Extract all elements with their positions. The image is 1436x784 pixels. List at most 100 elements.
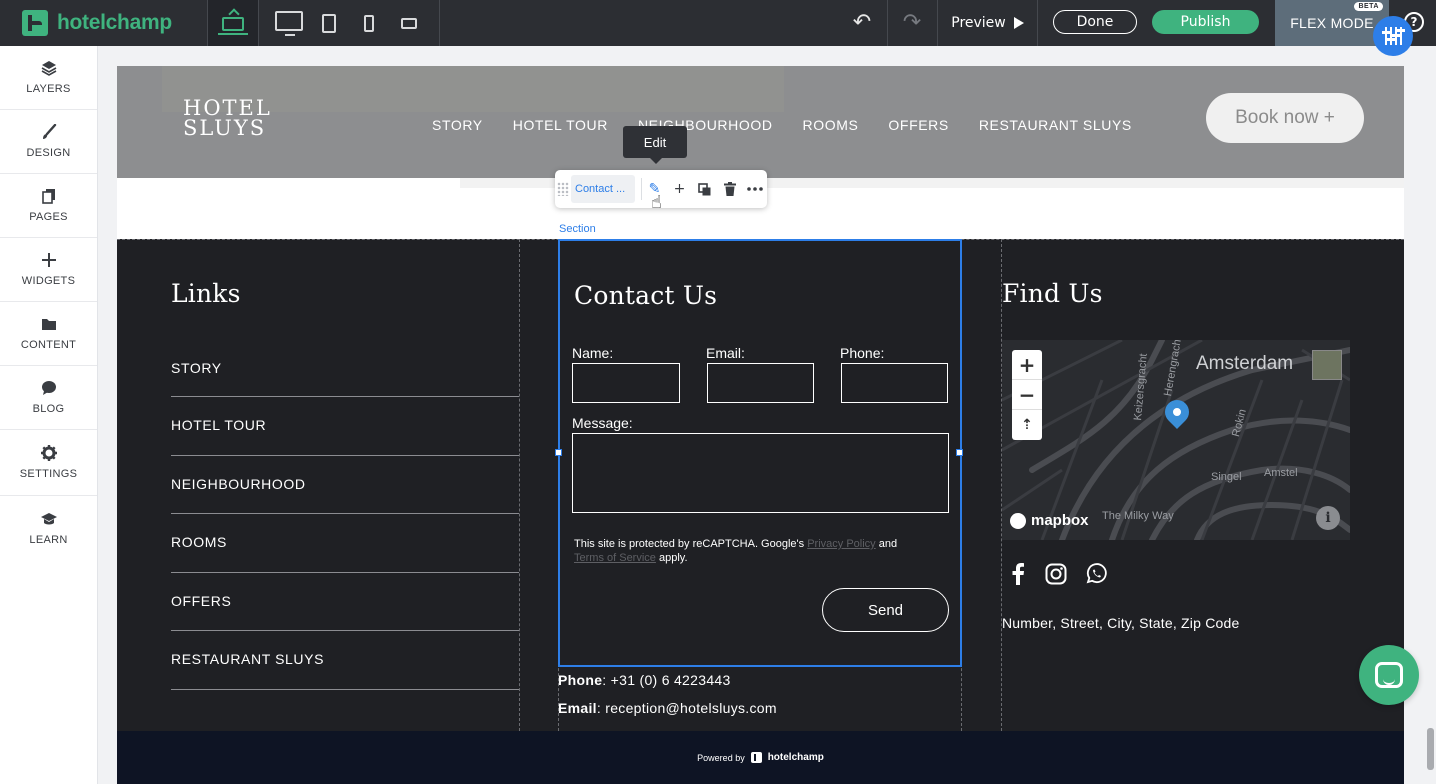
pages-icon xyxy=(41,189,55,204)
add-icon[interactable]: + xyxy=(667,175,692,203)
trash-icon[interactable] xyxy=(717,175,742,203)
redo-button[interactable]: ↷ xyxy=(890,0,934,46)
device-mobile-button[interactable] xyxy=(353,0,385,46)
nav-link-hotel-tour[interactable]: HOTEL TOUR xyxy=(513,117,608,133)
resize-handle-left[interactable] xyxy=(555,449,562,456)
nav-link-rooms[interactable]: ROOMS xyxy=(803,117,859,133)
phone-label: Phone: xyxy=(840,345,885,361)
footer-link-hotel-tour[interactable]: HOTEL TOUR xyxy=(171,397,519,456)
element-breadcrumb[interactable]: Contact ... xyxy=(571,175,635,203)
resize-handle-right[interactable] xyxy=(956,449,963,456)
layers-icon xyxy=(41,61,56,76)
hotelchamp-logo[interactable]: hotelchamp xyxy=(22,9,172,36)
whatsapp-icon[interactable] xyxy=(1085,563,1107,585)
scrollbar-thumb[interactable] xyxy=(1427,728,1434,770)
flex-mode-sliders-icon[interactable] xyxy=(1373,16,1413,56)
footer-link-neighbourhood[interactable]: NEIGHBOURHOOD xyxy=(171,456,519,514)
map-street-label: The Milky Way xyxy=(1102,510,1174,522)
sidebar-item-pages[interactable]: PAGES xyxy=(0,174,97,238)
hotelchamp-logo-icon xyxy=(22,9,48,36)
message-label: Message: xyxy=(572,415,633,431)
sidebar-item-settings[interactable]: SETTINGS xyxy=(0,430,97,496)
scrollbar[interactable] xyxy=(1424,46,1436,784)
send-button[interactable]: Send xyxy=(822,588,949,632)
phone-key: Phone xyxy=(558,672,603,688)
sidebar-item-label: DESIGN xyxy=(26,147,71,159)
map-style-toggle[interactable] xyxy=(1312,350,1342,380)
book-now-button[interactable]: Book now + xyxy=(1206,93,1364,143)
chat-icon xyxy=(41,381,56,395)
sidebar-item-content[interactable]: CONTENT xyxy=(0,302,97,366)
beta-badge: BETA xyxy=(1354,2,1383,11)
gear-icon xyxy=(40,445,57,461)
message-field[interactable] xyxy=(572,433,949,513)
sidebar-item-design[interactable]: DESIGN xyxy=(0,110,97,174)
device-desktop-button[interactable] xyxy=(268,0,310,46)
footer-link-story[interactable]: STORY xyxy=(171,340,519,397)
divider xyxy=(439,0,440,46)
sidebar-item-learn[interactable]: LEARN xyxy=(0,496,97,560)
find-us-title: Find Us xyxy=(1002,279,1103,308)
support-chat-icon[interactable] xyxy=(1359,645,1419,705)
email-field[interactable] xyxy=(707,363,814,403)
email-label: Email: xyxy=(706,345,745,361)
footer-link-rooms[interactable]: ROOMS xyxy=(171,514,519,573)
undo-icon: ↶ xyxy=(852,10,872,35)
mobile-icon xyxy=(364,14,374,32)
location-map[interactable]: + − ⇡ Amsterdam Keizersgracht Herengrach… xyxy=(1002,340,1350,540)
publish-button[interactable]: Publish xyxy=(1152,10,1259,34)
map-street-label: Singel xyxy=(1211,471,1242,483)
contact-email: Email: reception@hotelsluys.com xyxy=(558,700,777,716)
more-options-icon[interactable] xyxy=(742,175,767,203)
compass-button[interactable]: ⇡ xyxy=(1012,410,1042,440)
nav-link-offers[interactable]: OFFERS xyxy=(888,117,948,133)
recaptcha-and: and xyxy=(878,538,898,550)
email-key: Email xyxy=(558,700,597,716)
zoom-in-button[interactable]: + xyxy=(1012,350,1042,380)
map-info-icon[interactable]: i xyxy=(1316,506,1340,530)
sidebar-item-label: LEARN xyxy=(29,533,68,546)
nav-link-story[interactable]: STORY xyxy=(432,117,483,133)
sidebar-item-widgets[interactable]: WIDGETS xyxy=(0,238,97,302)
preview-label: Preview xyxy=(951,15,1006,31)
recaptcha-suffix: apply. xyxy=(658,552,688,564)
laptop-icon xyxy=(218,17,248,35)
name-field[interactable] xyxy=(572,363,680,403)
sidebar-item-label: LAYERS xyxy=(26,83,71,95)
footer-section[interactable]: Links STORY HOTEL TOUR NEIGHBOURHOOD ROO… xyxy=(117,239,1404,731)
sidebar-item-layers[interactable]: LAYERS xyxy=(0,46,97,110)
footer-link-restaurant[interactable]: RESTAURANT SLUYS xyxy=(171,631,519,690)
nav-link-restaurant[interactable]: RESTAURANT SLUYS xyxy=(979,117,1132,133)
undo-button[interactable]: ↶ xyxy=(840,0,884,46)
mobile-landscape-icon xyxy=(401,17,417,29)
privacy-policy-link[interactable]: Privacy Policy xyxy=(807,538,875,550)
contact-form-selected[interactable]: Contact Us Name: Email: Phone: Message: … xyxy=(555,239,963,667)
mapbox-wordmark: mapbox xyxy=(1031,512,1089,529)
site-logo-line: HOTEL xyxy=(183,96,272,120)
sidebar-item-label: PAGES xyxy=(29,211,68,223)
sidebar-item-blog[interactable]: BLOG xyxy=(0,366,97,430)
device-laptop-button[interactable] xyxy=(208,0,258,46)
redo-icon: ↷ xyxy=(902,10,922,35)
play-icon xyxy=(1013,17,1024,29)
drag-handle-icon[interactable] xyxy=(557,182,569,196)
zoom-out-button[interactable]: − xyxy=(1012,380,1042,410)
terms-of-service-link[interactable]: Terms of Service xyxy=(574,552,656,564)
instagram-icon[interactable] xyxy=(1045,563,1067,585)
site-logo-line: SLUYS xyxy=(183,116,267,140)
device-mobile-landscape-button[interactable] xyxy=(393,0,425,46)
brush-icon xyxy=(42,124,56,139)
done-button[interactable]: Done xyxy=(1053,10,1137,34)
powered-by-brand[interactable]: hotelchamp xyxy=(768,752,824,763)
phone-field[interactable] xyxy=(841,363,948,403)
footer-link-offers[interactable]: OFFERS xyxy=(171,573,519,631)
duplicate-icon[interactable] xyxy=(692,175,717,203)
sidebar-item-label: SETTINGS xyxy=(19,468,78,480)
flex-mode-button[interactable]: FLEX MODE BETA xyxy=(1275,0,1389,46)
device-tablet-button[interactable] xyxy=(313,0,345,46)
site-header[interactable]: HOTEL SLUYS STORY HOTEL TOUR NEIGHBOURHO… xyxy=(117,66,1404,178)
preview-button[interactable]: Preview xyxy=(938,0,1037,46)
divider xyxy=(258,0,259,46)
facebook-icon[interactable] xyxy=(1007,563,1029,585)
site-logo[interactable]: HOTEL SLUYS xyxy=(183,96,272,140)
